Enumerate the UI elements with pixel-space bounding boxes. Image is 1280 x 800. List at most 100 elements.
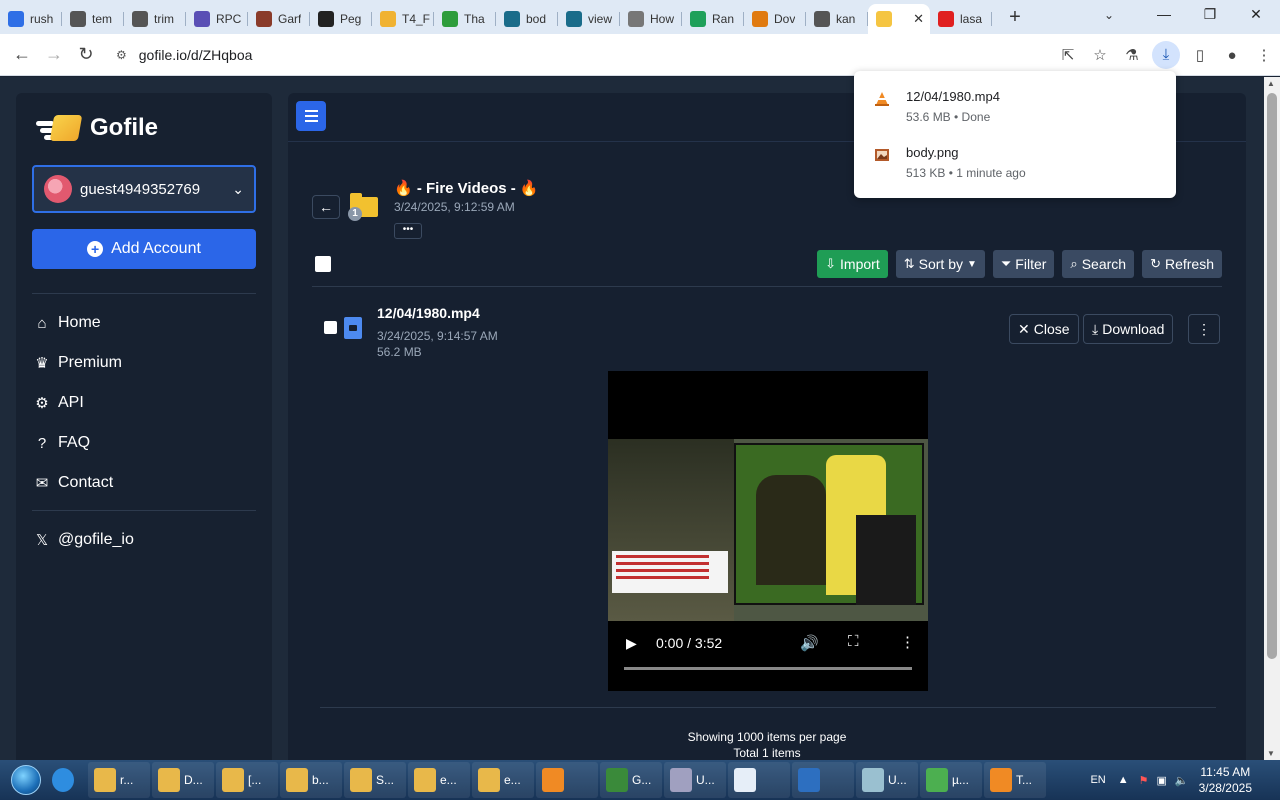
download-button[interactable]: ⤓ Download xyxy=(1083,314,1174,344)
close-preview-button[interactable]: ✕ Close xyxy=(1009,314,1079,344)
download-item[interactable]: 12/04/1980.mp4 53.6 MB • Done xyxy=(874,89,1000,124)
taskbar-item-label: r... xyxy=(120,773,134,787)
reload-icon[interactable]: ↻ xyxy=(70,44,102,65)
language-indicator[interactable]: EN xyxy=(1090,774,1105,786)
browser-tab[interactable]: How xyxy=(620,5,682,33)
file-checkbox[interactable] xyxy=(324,321,337,334)
menu-item-api[interactable]: ⚙ API xyxy=(32,394,84,412)
forward-nav-icon[interactable]: → xyxy=(38,44,70,65)
taskbar-item[interactable] xyxy=(536,762,598,798)
browser-tab[interactable]: ✕ xyxy=(868,4,930,34)
tab-favicon-icon xyxy=(318,11,334,27)
browser-tab[interactable]: bod xyxy=(496,5,558,33)
browser-tab[interactable]: Garf xyxy=(248,5,310,33)
file-date: 3/24/2025, 9:14:57 AM xyxy=(377,329,498,343)
folder-more-button[interactable]: ••• xyxy=(394,223,422,239)
scroll-down-arrow-icon[interactable]: ▼ xyxy=(1267,749,1275,758)
site-info-icon[interactable]: ⚙ xyxy=(116,48,127,62)
taskbar-item[interactable]: U... xyxy=(856,762,918,798)
taskbar-item[interactable]: [... xyxy=(216,762,278,798)
taskbar-item[interactable]: e... xyxy=(408,762,470,798)
browser-tab[interactable]: RPC xyxy=(186,5,248,33)
taskbar-item[interactable] xyxy=(792,762,854,798)
fullscreen-icon[interactable]: ⛶ xyxy=(848,633,859,650)
download-item[interactable]: body.png 513 KB • 1 minute ago xyxy=(874,145,1026,180)
taskbar-item[interactable]: r... xyxy=(88,762,150,798)
play-icon[interactable]: ▶ xyxy=(626,635,637,652)
taskbar-item[interactable]: S... xyxy=(344,762,406,798)
taskbar-item[interactable]: D... xyxy=(152,762,214,798)
menu-item-contact[interactable]: ✉ Contact xyxy=(32,474,113,492)
back-folder-button[interactable]: ← xyxy=(312,195,340,219)
filter-button[interactable]: ⏷ Filter xyxy=(992,250,1055,278)
tray-expand-icon[interactable]: ▲ xyxy=(1118,774,1129,786)
network-icon[interactable]: ▣ xyxy=(1157,774,1167,787)
search-button[interactable]: ⌕ Search xyxy=(1062,250,1135,278)
bookmark-star-icon[interactable]: ☆ xyxy=(1084,46,1116,64)
profile-icon[interactable]: ● xyxy=(1216,47,1248,64)
browser-tab[interactable]: trim xyxy=(124,5,186,33)
scroll-up-arrow-icon[interactable]: ▲ xyxy=(1267,79,1275,88)
taskbar-item[interactable]: T... xyxy=(984,762,1046,798)
file-name[interactable]: 12/04/1980.mp4 xyxy=(377,305,480,321)
share-icon[interactable]: ⇱ xyxy=(1052,46,1084,64)
restore-button[interactable]: ❐ xyxy=(1190,6,1230,23)
tab-title: How xyxy=(650,12,675,26)
social-link-x[interactable]: 𝕏 @gofile_io xyxy=(32,531,134,549)
menu-item-faq[interactable]: ? FAQ xyxy=(32,434,90,452)
browser-tab[interactable]: Peg xyxy=(310,5,372,33)
clock[interactable]: 11:45 AM 3/28/2025 xyxy=(1199,764,1252,796)
taskbar-item[interactable] xyxy=(728,762,790,798)
browser-tab[interactable]: Dov xyxy=(744,5,806,33)
refresh-button[interactable]: ↻ Refresh xyxy=(1142,250,1222,278)
start-button[interactable] xyxy=(6,760,46,800)
taskbar-app-icon xyxy=(862,768,884,792)
url-text[interactable]: gofile.io/d/ZHqboa xyxy=(139,47,253,63)
labs-flask-icon[interactable]: ⚗ xyxy=(1116,46,1148,64)
volume-muted-icon[interactable]: 🔈 xyxy=(1175,774,1189,787)
page-scrollbar[interactable]: ▲ ▼ xyxy=(1264,77,1280,760)
browser-tab[interactable]: rush xyxy=(0,5,62,33)
taskbar-item[interactable]: U... xyxy=(664,762,726,798)
browser-tab[interactable]: view xyxy=(558,5,620,33)
taskbar-item-label: T... xyxy=(1016,773,1033,787)
video-player[interactable]: ▶ 0:00 / 3:52 🔊 ⛶ ⋮ xyxy=(608,371,928,691)
downloads-icon[interactable]: ⤓ xyxy=(1152,41,1180,69)
import-button[interactable]: ⇩ Import xyxy=(817,250,888,278)
browser-tab[interactable]: Ran xyxy=(682,5,744,33)
tab-close-icon[interactable]: ✕ xyxy=(913,11,924,27)
add-account-button[interactable]: + Add Account xyxy=(32,229,256,269)
download-label: Download xyxy=(1102,321,1165,337)
browser-tab[interactable]: Tha xyxy=(434,5,496,33)
taskbar-item[interactable]: b... xyxy=(280,762,342,798)
browser-tab[interactable]: kan xyxy=(806,5,868,33)
volume-icon[interactable]: 🔊 xyxy=(800,634,819,652)
side-panel-icon[interactable]: ▯ xyxy=(1184,46,1216,64)
video-progress-bar[interactable] xyxy=(624,667,912,670)
action-center-icon[interactable]: ⚑ xyxy=(1139,774,1149,787)
omnibox[interactable]: ⚙ gofile.io/d/ZHqboa xyxy=(110,39,1120,71)
browser-tab[interactable]: lasa xyxy=(930,5,992,33)
taskbar-item[interactable]: e... xyxy=(472,762,534,798)
browser-tab[interactable]: tem xyxy=(62,5,124,33)
minimize-button[interactable]: — xyxy=(1144,6,1184,22)
menu-item-home[interactable]: ⌂ Home xyxy=(32,314,100,332)
select-all-checkbox[interactable] xyxy=(315,256,331,272)
hamburger-menu-button[interactable] xyxy=(296,101,326,131)
sort-by-button[interactable]: ⇅ Sort by ▼ xyxy=(895,250,985,278)
new-tab-button[interactable]: + xyxy=(1000,6,1030,29)
scroll-thumb[interactable] xyxy=(1267,93,1277,659)
menu-item-premium[interactable]: ♛ Premium xyxy=(32,354,122,372)
gofile-logo[interactable]: Gofile xyxy=(36,113,158,143)
back-nav-icon[interactable]: ← xyxy=(6,44,38,65)
account-selector[interactable]: guest4949352769 ⌄ xyxy=(32,165,256,213)
file-more-button[interactable]: ⋮ xyxy=(1188,314,1220,344)
internet-explorer-icon[interactable] xyxy=(46,762,86,798)
taskbar-item[interactable]: G... xyxy=(600,762,662,798)
menu-kebab-icon[interactable]: ⋮ xyxy=(1248,46,1280,64)
browser-tab[interactable]: T4_F xyxy=(372,5,434,33)
tab-search-chevron-icon[interactable]: ⌄ xyxy=(1104,8,1114,22)
close-window-button[interactable]: ✕ xyxy=(1236,6,1276,23)
video-more-icon[interactable]: ⋮ xyxy=(900,633,915,651)
taskbar-item[interactable]: µ... xyxy=(920,762,982,798)
